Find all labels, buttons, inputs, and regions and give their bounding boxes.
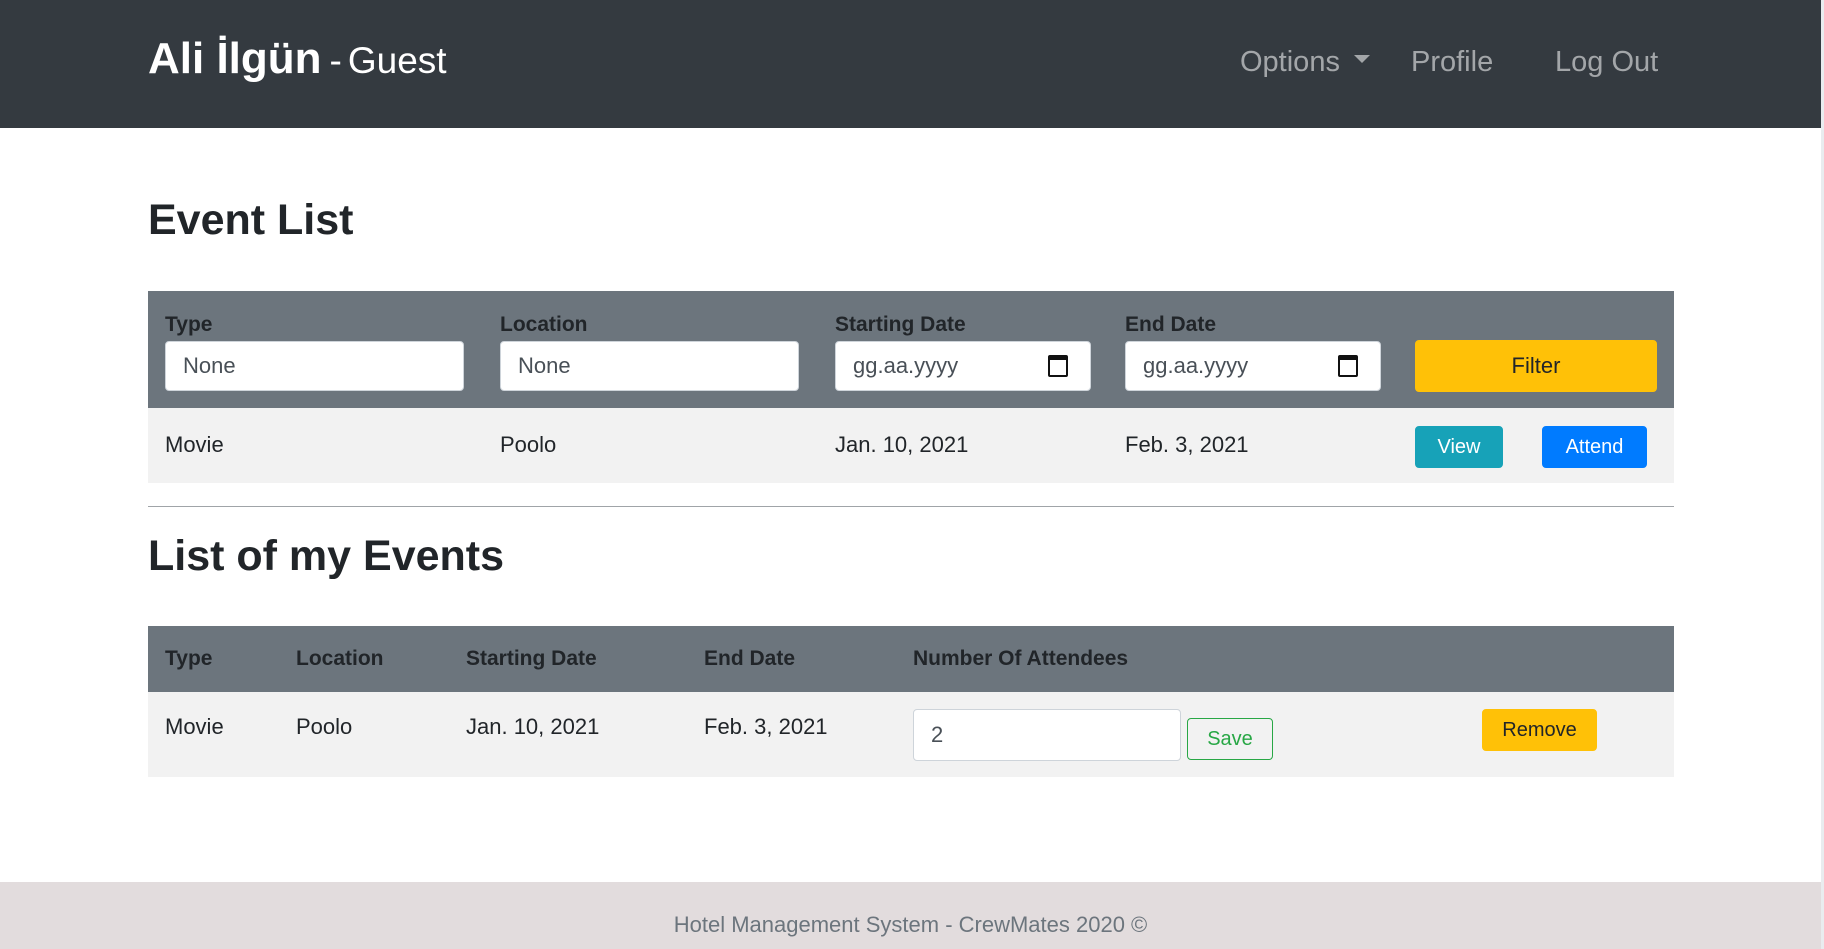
end-date-input[interactable]: gg.aa.yyyy [1125, 341, 1381, 391]
type-filter-input[interactable]: None [165, 341, 464, 391]
my-events-title: List of my Events [148, 532, 505, 580]
table-row: Movie Poolo Jan. 10, 2021 Feb. 3, 2021 V… [148, 408, 1674, 483]
filter-type-label: Type [165, 313, 213, 336]
event-location-cell: Poolo [500, 432, 557, 457]
options-dropdown[interactable]: Options [1240, 46, 1370, 79]
user-role: Guest [347, 40, 447, 81]
my-event-location-cell: Poolo [296, 714, 353, 739]
attend-button[interactable]: Attend [1542, 426, 1647, 468]
brand-separator: - [329, 40, 342, 81]
filter-start-label: Starting Date [835, 313, 966, 336]
my-events-header: Type Location Starting Date End Date Num… [148, 626, 1674, 692]
my-event-type-cell: Movie [165, 714, 224, 739]
start-date-input[interactable]: gg.aa.yyyy [835, 341, 1091, 391]
filter-end-label: End Date [1125, 313, 1217, 336]
navbar: Ali İlgün - Guest Options Profile Log Out [0, 0, 1824, 128]
footer: Hotel Management System - CrewMates 2020… [0, 882, 1821, 949]
column-header-location: Location [296, 647, 384, 670]
attendees-input[interactable]: 2 [913, 709, 1181, 761]
options-label: Options [1240, 46, 1340, 78]
column-header-attendees: Number Of Attendees [913, 647, 1129, 670]
calendar-icon[interactable] [1338, 355, 1358, 377]
my-event-start-cell: Jan. 10, 2021 [466, 714, 600, 739]
profile-link[interactable]: Profile [1411, 46, 1493, 79]
event-end-cell: Feb. 3, 2021 [1125, 432, 1249, 457]
logout-link[interactable]: Log Out [1555, 46, 1658, 79]
event-start-cell: Jan. 10, 2021 [835, 432, 969, 457]
remove-button[interactable]: Remove [1482, 709, 1597, 751]
event-list-title: Event List [148, 196, 354, 244]
save-button[interactable]: Save [1187, 718, 1273, 760]
column-header-type: Type [165, 647, 213, 670]
column-header-start: Starting Date [466, 647, 597, 670]
calendar-icon[interactable] [1048, 355, 1068, 377]
my-event-end-cell: Feb. 3, 2021 [704, 714, 828, 739]
start-date-placeholder: gg.aa.yyyy [853, 353, 959, 378]
view-button[interactable]: View [1415, 426, 1503, 468]
event-type-cell: Movie [165, 432, 224, 457]
table-row: Movie Poolo Jan. 10, 2021 Feb. 3, 2021 2… [148, 692, 1674, 777]
section-divider [148, 506, 1674, 507]
location-filter-input[interactable]: None [500, 341, 799, 391]
footer-text: Hotel Management System - CrewMates 2020… [673, 912, 1148, 937]
navbar-brand[interactable]: Ali İlgün - Guest [148, 34, 447, 84]
column-header-end: End Date [704, 647, 796, 670]
caret-down-icon [1353, 55, 1370, 64]
event-filter-header: Type None Location None Starting Date gg… [148, 291, 1674, 408]
filter-location-label: Location [500, 313, 588, 336]
end-date-placeholder: gg.aa.yyyy [1143, 353, 1249, 378]
user-name: Ali İlgün [148, 34, 322, 83]
filter-button[interactable]: Filter [1415, 340, 1657, 392]
